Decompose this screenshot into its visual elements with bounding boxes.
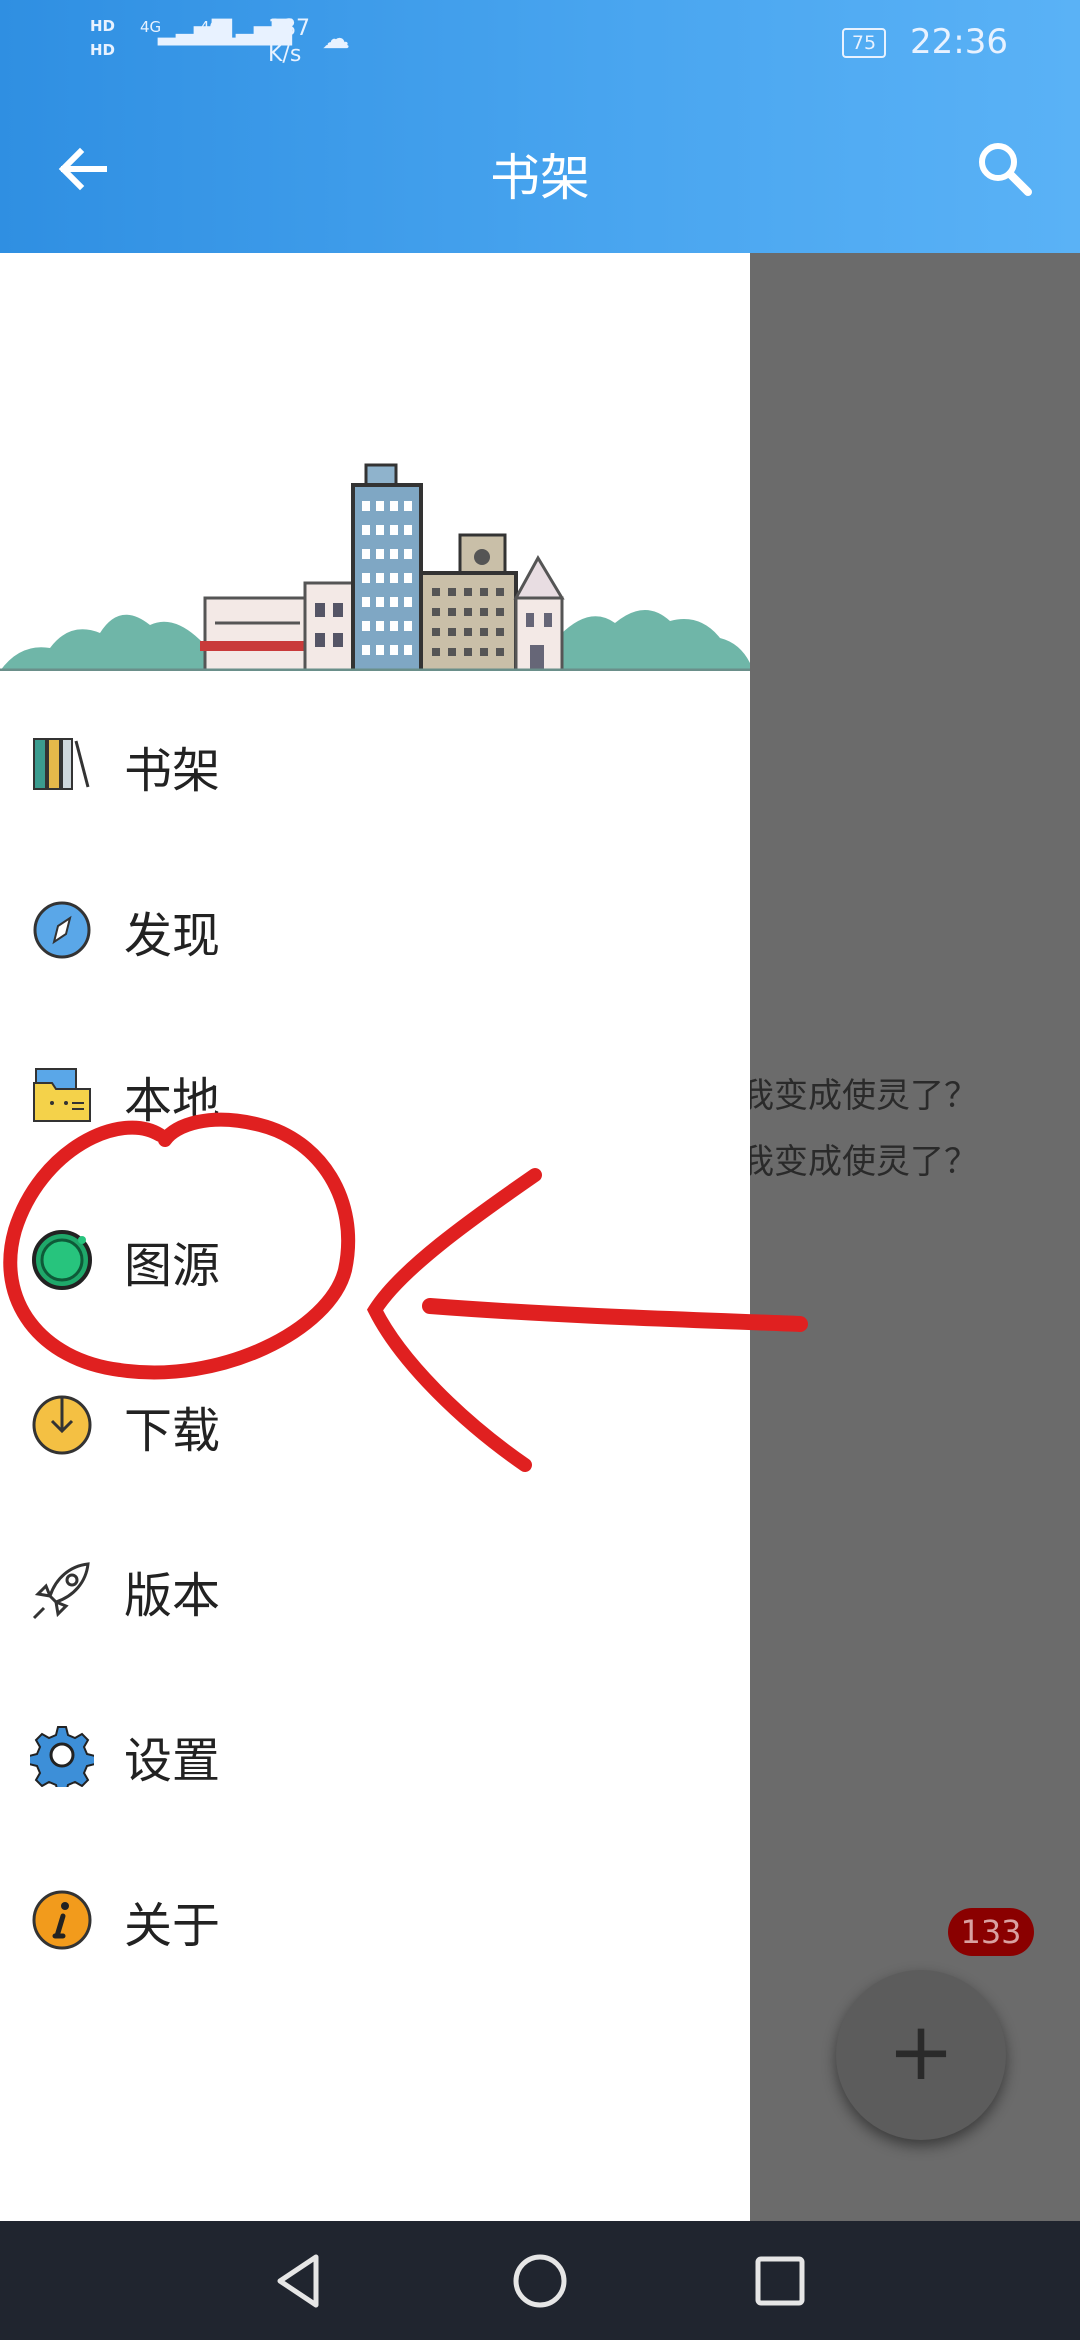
clock: 22:36 — [910, 22, 1008, 62]
info-icon — [32, 1890, 92, 1950]
cloud-icon: ☁ — [322, 22, 350, 55]
drawer-item-label: 下载 — [124, 1403, 221, 1459]
speed-value: 187 — [268, 16, 310, 41]
drawer-item-download[interactable]: 下载 — [0, 1363, 750, 1483]
gear-icon — [30, 1726, 94, 1787]
nav-back-icon[interactable] — [262, 2243, 338, 2319]
drawer-item-discover[interactable]: 发现 — [0, 868, 750, 988]
drawer-item-settings[interactable]: 设置 — [0, 1693, 750, 1813]
nav-home-icon[interactable] — [502, 2243, 578, 2319]
system-navigation-bar — [0, 2221, 1080, 2340]
drawer-item-source[interactable]: 图源 — [0, 1198, 750, 1318]
drawer-item-label: 书架 — [124, 743, 221, 799]
drawer-item-label: 本地 — [124, 1073, 221, 1129]
network-speed: 187 K/s — [268, 16, 310, 68]
folder-icon — [33, 1068, 91, 1122]
nav-recents-icon[interactable] — [742, 2243, 818, 2319]
bookshelf-icon — [33, 738, 90, 790]
book-title-line[interactable]: 我变成使灵了？ — [740, 1068, 978, 1117]
hd-label-1: HD — [90, 17, 116, 35]
hd-indicators: HD HD — [90, 14, 115, 62]
drawer-item-local[interactable]: 本地 — [0, 1033, 750, 1153]
navigation-drawer: 书架 发现 本地 图源 下载 版本 设置 关于 — [0, 253, 750, 2221]
book-title-line[interactable]: 我变成使灵了？ — [740, 1134, 978, 1183]
drawer-item-bookshelf[interactable]: 书架 — [0, 703, 750, 823]
compass-icon — [33, 901, 91, 959]
drawer-item-label: 设置 — [124, 1733, 221, 1789]
drawer-item-label: 版本 — [124, 1568, 221, 1624]
download-icon — [32, 1395, 92, 1455]
unread-badge: 133 — [948, 1908, 1034, 1956]
drawer-item-version[interactable]: 版本 — [0, 1528, 750, 1648]
drawer-item-label: 图源 — [124, 1238, 221, 1294]
status-bar: HD HD 4G ▂▃▅▇ 4G ▂▃▅▇ 187 K/s ☁ 75 22:36 — [0, 0, 1080, 84]
rocket-icon — [32, 1562, 90, 1620]
speed-unit: K/s — [268, 42, 302, 67]
source-icon — [32, 1230, 92, 1290]
page-title: 书架 — [490, 149, 590, 207]
app-bar: HD HD 4G ▂▃▅▇ 4G ▂▃▅▇ 187 K/s ☁ 75 22:36… — [0, 0, 1080, 253]
battery-icon: 75 — [842, 28, 886, 58]
drawer-item-about[interactable]: 关于 — [0, 1858, 750, 1978]
drawer-item-label: 发现 — [124, 908, 221, 964]
drawer-header — [0, 253, 750, 673]
city-skyline-illustration — [0, 463, 750, 673]
hd-label-2: HD — [90, 41, 116, 59]
search-icon[interactable] — [970, 134, 1040, 204]
drawer-item-label: 关于 — [124, 1898, 221, 1954]
add-button[interactable]: + — [836, 1970, 1006, 2140]
